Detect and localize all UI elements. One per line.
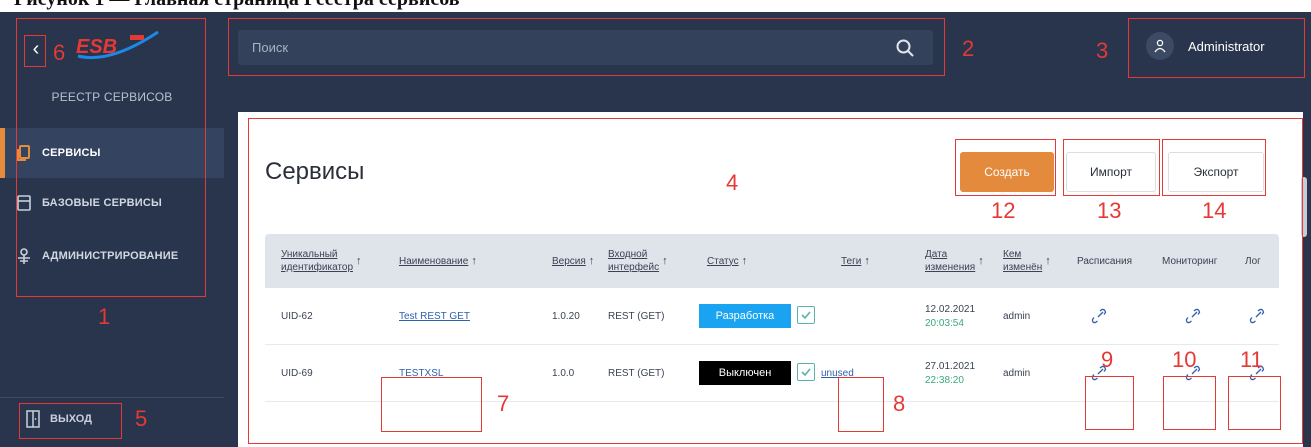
annotation-number-7: 7 <box>497 391 510 416</box>
annotation-box-10 <box>1163 376 1216 430</box>
annotation-number-14: 14 <box>1202 198 1227 223</box>
annotation-box-14 <box>1162 139 1266 196</box>
annotation-box-8 <box>838 377 884 432</box>
annotation-box-6 <box>24 35 46 67</box>
annotation-box-2 <box>228 18 945 76</box>
annotation-number-11: 11 <box>1240 347 1263 372</box>
annotation-box-7 <box>381 377 482 432</box>
document-caption: Рисунок 1 — Главная страница Реестра сер… <box>0 0 1311 12</box>
annotation-number-12: 12 <box>991 198 1016 223</box>
annotation-box-9 <box>1085 376 1134 430</box>
annotation-number-9: 9 <box>1101 347 1114 372</box>
annotation-number-6: 6 <box>53 40 66 65</box>
annotation-box-5 <box>19 403 122 439</box>
annotation-number-5: 5 <box>135 406 148 431</box>
annotation-number-10: 10 <box>1172 347 1197 372</box>
annotation-number-2: 2 <box>962 36 975 61</box>
sidebar-divider <box>0 397 224 398</box>
annotation-number-8: 8 <box>893 391 906 416</box>
annotation-number-1: 1 <box>98 304 111 329</box>
annotation-box-3 <box>1128 18 1305 78</box>
annotation-box-13 <box>1063 139 1160 196</box>
document-caption-text: Рисунок 1 — Главная страница Реестра сер… <box>14 0 460 11</box>
annotation-number-3: 3 <box>1096 38 1109 63</box>
annotation-box-11 <box>1228 376 1281 430</box>
annotation-box-12 <box>955 139 1056 196</box>
annotation-number-4: 4 <box>726 170 739 195</box>
annotation-number-13: 13 <box>1097 198 1122 223</box>
